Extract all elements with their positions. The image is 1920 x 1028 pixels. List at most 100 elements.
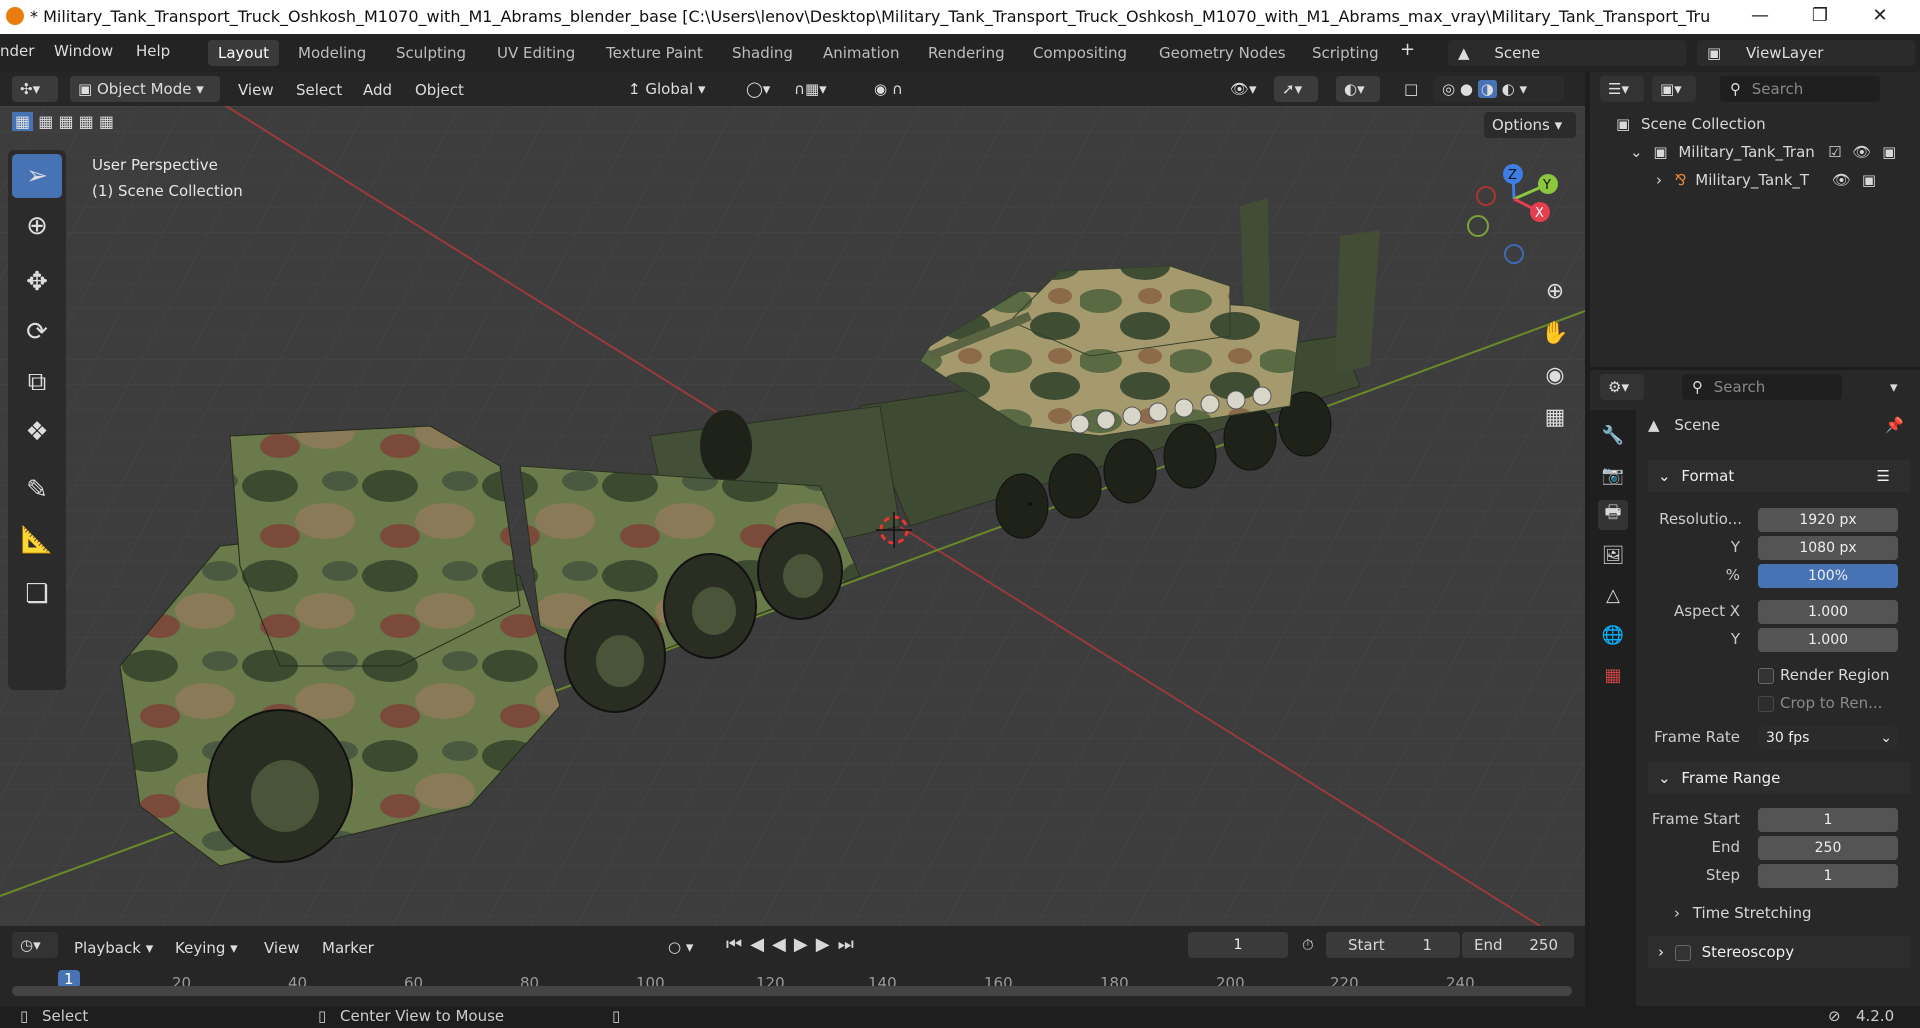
tab-texture-paint[interactable]: Texture Paint (596, 40, 713, 66)
visibility-icon[interactable]: 👁▾ (1222, 76, 1266, 102)
measure-tool-icon[interactable]: 📐 (12, 518, 62, 562)
mode-selector[interactable]: ▣ Object Mode ▾ (70, 76, 220, 102)
frame-step-field[interactable]: 1 (1758, 864, 1898, 888)
rotate-tool-icon[interactable]: ⟳ (12, 310, 62, 354)
tool-tab-icon[interactable]: 🔧 (1598, 420, 1628, 450)
material-preview-icon[interactable]: ◑ (1477, 80, 1497, 98)
zoom-icon[interactable]: ⊕ (1536, 272, 1574, 310)
perspective-toggle-icon[interactable]: ▦ (1536, 398, 1574, 436)
properties-editor-type-icon[interactable]: ⚙▾ (1600, 374, 1644, 400)
expand-chevron-icon[interactable]: ⌄ (1630, 143, 1643, 161)
outliner-scene-collection[interactable]: ▣ Scene Collection (1616, 112, 1916, 136)
rendered-icon[interactable]: ◐ (1502, 80, 1515, 98)
tab-uv-editing[interactable]: UV Editing (487, 40, 585, 66)
add-workspace-icon[interactable]: + (1400, 39, 1415, 60)
resolution-y-field[interactable]: 1080 px (1758, 536, 1898, 560)
outliner-item-collection[interactable]: ⌄ ▣ Military_Tank_Tran ☑ 👁 ▣ (1630, 140, 1920, 164)
properties-search-input[interactable]: ⚲ Search (1682, 374, 1842, 400)
tab-sculpting[interactable]: Sculpting (386, 40, 476, 66)
frame-range-panel-header[interactable]: ⌄ Frame Range (1648, 762, 1910, 794)
collapse-chevron-icon[interactable]: › (1656, 171, 1662, 189)
move-tool-icon[interactable]: ✥ (12, 260, 62, 304)
menu-select[interactable]: Select (296, 78, 342, 102)
row-render-region[interactable]: Render Region (1590, 662, 1920, 690)
outliner-item-object[interactable]: › ⅋ Military_Tank_T 👁 ▣ (1656, 168, 1920, 192)
close-button[interactable]: ✕ (1850, 0, 1910, 34)
options-dropdown[interactable]: Options ▾ (1484, 112, 1576, 138)
row-crop[interactable]: Crop to Ren... (1590, 690, 1920, 718)
outliner-editor-type-icon[interactable]: ☰▾ (1600, 76, 1644, 102)
editor-type-icon[interactable]: ✣▾ (12, 76, 58, 102)
select-new-icon[interactable]: ▦ (12, 112, 34, 131)
select-box-tool-icon[interactable]: ➢ (12, 154, 62, 198)
camera-view-icon[interactable]: ◉ (1536, 356, 1574, 394)
tab-shading[interactable]: Shading (722, 40, 803, 66)
aspect-y-field[interactable]: 1.000 (1758, 628, 1898, 652)
resolution-pct-slider[interactable]: 100% (1758, 564, 1898, 588)
camera-icon[interactable]: ▣ (1882, 143, 1896, 161)
gizmo-toggle-icon[interactable]: ➚▾ (1274, 76, 1318, 102)
stereoscopy-panel-header[interactable]: › Stereoscopy (1648, 936, 1910, 968)
xray-icon[interactable]: □ (1396, 76, 1424, 102)
pan-hand-icon[interactable]: ✋ (1536, 314, 1574, 352)
transform-tool-icon[interactable]: ❖ (12, 410, 62, 454)
menu-render[interactable]: nder (0, 42, 34, 60)
menu-help[interactable]: Help (136, 42, 170, 60)
viewlayer-selector[interactable]: ▣ ViewLayer (1697, 40, 1915, 66)
time-stretching-subpanel[interactable]: › Time Stretching (1674, 900, 1812, 926)
orientation-selector[interactable]: ↥ Global ▾ (620, 76, 728, 102)
selection-mode-icons[interactable]: ▦ ▦ ▦ ▦ ▦ (12, 112, 114, 136)
display-mode-icon[interactable]: ▣▾ (1652, 76, 1696, 102)
stereoscopy-checkbox[interactable] (1674, 944, 1691, 961)
frame-start-field[interactable]: 1 (1758, 808, 1898, 832)
menu-window[interactable]: Window (54, 42, 113, 60)
tab-rendering[interactable]: Rendering (918, 40, 1015, 66)
eye-icon[interactable]: 👁 (1832, 171, 1851, 189)
tab-layout[interactable]: Layout (208, 40, 279, 66)
overlays-icon[interactable]: ◐▾ (1336, 76, 1380, 102)
3d-viewport[interactable]: Z Y X ▦ ▦ ▦ ▦ ▦ Options ▾ User Perspecti… (0, 106, 1585, 926)
checkbox-icon[interactable]: ☑ (1828, 143, 1841, 161)
frame-rate-dropdown[interactable]: 30 fps ⌄ (1758, 726, 1898, 750)
render-tab-icon[interactable]: 📷 (1598, 460, 1628, 490)
pivot-icon[interactable]: ◯▾ (738, 76, 778, 102)
proportional-edit-icon[interactable]: ◉ ∩ (866, 76, 930, 102)
resolution-x-field[interactable]: 1920 px (1758, 508, 1898, 532)
tab-modeling[interactable]: Modeling (288, 40, 376, 66)
outliner-search-input[interactable]: ⚲ Search (1720, 76, 1880, 102)
shading-modes[interactable]: ◎ ● ◑ ◐ ▾ (1434, 76, 1564, 102)
restore-button[interactable]: ❐ (1790, 0, 1850, 34)
scene-selector[interactable]: ▲ Scene (1448, 40, 1686, 66)
wireframe-icon[interactable]: ◎ (1442, 80, 1455, 98)
tab-compositing[interactable]: Compositing (1023, 40, 1137, 66)
presets-list-icon[interactable]: ☰ (1877, 460, 1890, 492)
crop-checkbox[interactable] (1758, 696, 1774, 712)
eye-icon[interactable]: 👁 (1852, 143, 1871, 161)
tab-scripting[interactable]: Scripting (1302, 40, 1389, 66)
timeline-scrollbar[interactable] (12, 986, 1572, 996)
snap-icon[interactable]: ∩▦▾ (786, 76, 850, 102)
tab-animation[interactable]: Animation (813, 40, 909, 66)
menu-add[interactable]: Add (363, 78, 392, 102)
select-difference-icon[interactable]: ▦ (79, 112, 94, 131)
tab-geometry-nodes[interactable]: Geometry Nodes (1149, 40, 1296, 66)
camera-icon[interactable]: ▣ (1862, 171, 1876, 189)
solid-icon[interactable]: ● (1460, 80, 1473, 98)
minimize-button[interactable]: — (1730, 0, 1790, 34)
format-panel-header[interactable]: ⌄ Format ☰ (1648, 460, 1910, 492)
row-aspect-x: Aspect X 1.000 (1590, 598, 1920, 626)
scale-tool-icon[interactable]: ⧉ (12, 360, 62, 404)
frame-end-field[interactable]: 250 (1758, 836, 1898, 860)
render-region-checkbox[interactable] (1758, 668, 1774, 684)
select-extend-icon[interactable]: ▦ (38, 112, 53, 131)
annotate-tool-icon[interactable]: ✎ (12, 468, 62, 512)
add-cube-tool-icon[interactable]: ❏ (12, 572, 62, 616)
select-intersect-icon[interactable]: ▦ (99, 112, 114, 131)
select-subtract-icon[interactable]: ▦ (58, 112, 73, 131)
cursor-tool-icon[interactable]: ⊕ (12, 204, 62, 248)
properties-options-icon[interactable]: ▾ (1890, 378, 1898, 396)
menu-object[interactable]: Object (415, 78, 464, 102)
aspect-x-field[interactable]: 1.000 (1758, 600, 1898, 624)
menu-view[interactable]: View (238, 78, 274, 102)
pin-icon[interactable]: 📌 (1885, 412, 1904, 438)
